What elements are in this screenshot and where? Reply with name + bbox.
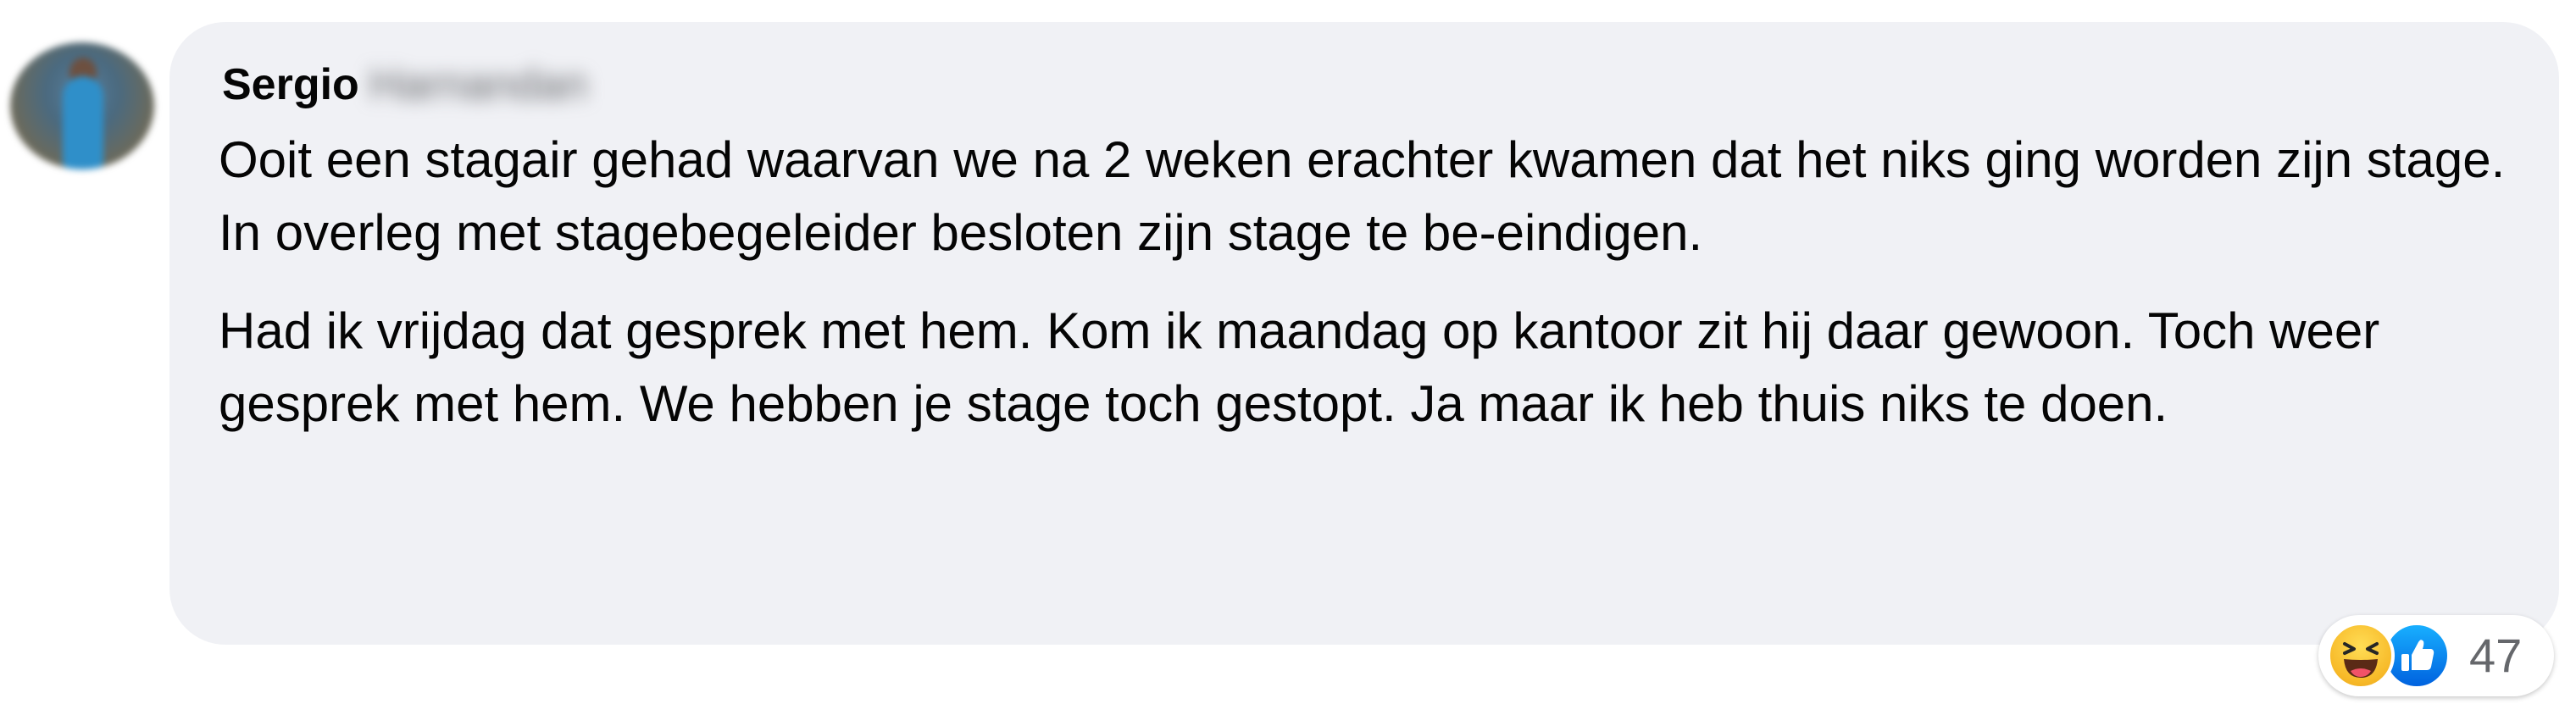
author-first-name[interactable]: Sergio	[222, 60, 359, 109]
avatar-figure	[63, 76, 103, 169]
author-last-name-blurred: Harnandan	[369, 60, 588, 109]
comment-paragraph: Had ik vrijdag dat gesprek met hem. Kom …	[219, 302, 2380, 432]
comment-text: Ooit een stagair gehad waarvan we na 2 w…	[219, 124, 2523, 441]
reactions-summary[interactable]: 47	[2318, 615, 2554, 696]
reaction-count: 47	[2469, 629, 2523, 682]
comment-author[interactable]: Sergio Harnandan	[222, 59, 587, 110]
comment-paragraph: Ooit een stagair gehad waarvan we na 2 w…	[219, 131, 2506, 261]
avatar[interactable]	[10, 42, 154, 169]
comment-bubble: Sergio Harnandan Ooit een stagair gehad w…	[169, 22, 2559, 645]
haha-icon	[2327, 622, 2395, 690]
